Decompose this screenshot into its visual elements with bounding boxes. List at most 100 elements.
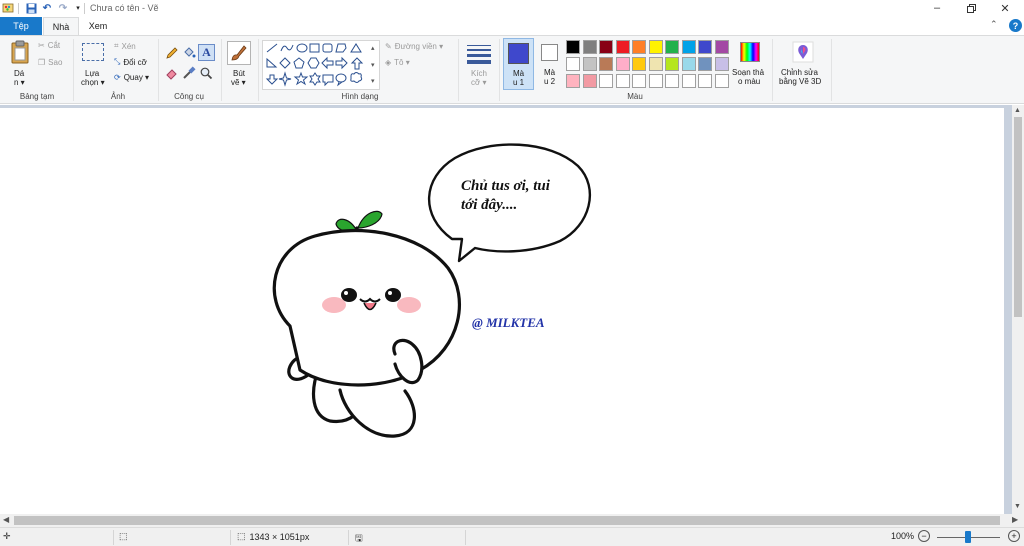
- customize-quick-access-icon[interactable]: ▾: [72, 2, 84, 14]
- palette-swatch[interactable]: [599, 57, 613, 71]
- palette-swatch[interactable]: [582, 74, 597, 88]
- color2-button[interactable]: Mà u 2: [537, 38, 564, 90]
- palette-swatch[interactable]: [566, 74, 580, 88]
- group-separator: [158, 39, 159, 101]
- scroll-down-icon[interactable]: ▼: [1014, 503, 1021, 510]
- size-label-2: cỡ ▾: [471, 78, 487, 87]
- ribbon-tabs: Tệp Nhà Xem ⌃ ?: [0, 17, 1024, 35]
- magnifier-icon[interactable]: [198, 65, 214, 81]
- brushes-label-2: vẽ ▾: [231, 78, 246, 87]
- color2-swatch: [541, 44, 558, 61]
- color1-swatch: [508, 43, 529, 64]
- palette-swatch[interactable]: [681, 74, 696, 88]
- group-separator: [73, 39, 74, 101]
- rotate-button[interactable]: ⟳ Quay ▾: [114, 73, 149, 82]
- canvas-dimensions: 1343 × 1051px: [249, 531, 310, 542]
- scroll-right-icon[interactable]: ▶: [1012, 515, 1018, 524]
- milktea-watermark: @ MILKTEA: [472, 315, 545, 330]
- scroll-up-icon[interactable]: ▲: [1014, 107, 1021, 114]
- outline-dropdown[interactable]: ✎ Đường viền ▾: [385, 42, 443, 51]
- palette-swatch[interactable]: [566, 57, 580, 71]
- maximize-button[interactable]: [954, 0, 988, 16]
- palette-swatch[interactable]: [632, 57, 646, 71]
- rotate-icon: ⟳: [114, 73, 121, 82]
- resize-icon: ⤡: [114, 57, 121, 66]
- palette-swatch[interactable]: [665, 74, 679, 88]
- palette-swatch[interactable]: [698, 40, 712, 54]
- edit-with-paint3d-button[interactable]: Chỉnh sửa bằng Vẽ 3D: [776, 38, 828, 90]
- paint3d-label-1: Chỉnh sửa: [781, 68, 818, 77]
- drawing-canvas[interactable]: Chủ tus ơi, tui tới đây.... @ MILKTEA: [0, 108, 1004, 514]
- save-icon[interactable]: [25, 2, 37, 14]
- color1-label-2: u 1: [513, 78, 525, 87]
- crop-button[interactable]: ⌗ Xén: [114, 41, 136, 51]
- horizontal-scroll-thumb[interactable]: [14, 516, 1000, 525]
- tab-home[interactable]: Nhà: [43, 17, 79, 35]
- eraser-icon[interactable]: [164, 65, 180, 81]
- fill-dropdown[interactable]: ◈ Tô ▾: [385, 58, 410, 67]
- brushes-label-1: Bút: [233, 69, 246, 78]
- pencil-icon[interactable]: [164, 45, 180, 61]
- size-label-1: Kích: [471, 69, 488, 78]
- palette-swatch[interactable]: [582, 40, 597, 54]
- fill-bucket-icon[interactable]: [181, 45, 197, 61]
- shapes-gallery-icons: ▴ ▾ ▾: [265, 43, 375, 87]
- fill-icon: ◈: [385, 58, 392, 67]
- palette-swatch[interactable]: [698, 57, 712, 71]
- palette-swatch[interactable]: [665, 40, 679, 54]
- zoom-out-button[interactable]: −: [918, 530, 930, 542]
- edit-colors-button[interactable]: Soạn thả o màu: [730, 38, 770, 90]
- palette-swatch[interactable]: [648, 40, 663, 54]
- horizontal-scrollbar[interactable]: ◀ ▶: [0, 514, 1024, 527]
- palette-swatch[interactable]: [582, 57, 597, 71]
- palette-swatch[interactable]: [698, 74, 712, 88]
- tab-view[interactable]: Xem: [80, 17, 116, 35]
- palette-swatch[interactable]: [615, 57, 630, 71]
- color-picker-icon[interactable]: [181, 65, 197, 81]
- group-separator: [831, 39, 832, 101]
- separator: [18, 3, 19, 14]
- palette-swatch[interactable]: [615, 40, 630, 54]
- select-button[interactable]: Lựa chọn ▾: [79, 38, 109, 90]
- copy-button[interactable]: ❐ Sao: [38, 58, 62, 67]
- cut-button[interactable]: ✂ Cắt: [38, 41, 60, 50]
- undo-icon[interactable]: ↶: [41, 2, 53, 14]
- palette-swatch[interactable]: [648, 57, 663, 71]
- brushes-button[interactable]: Bút vẽ ▾: [225, 38, 255, 90]
- scissors-icon: ✂: [38, 41, 45, 50]
- zoom-in-button[interactable]: +: [1008, 530, 1020, 542]
- color1-button[interactable]: Mà u 1: [503, 38, 534, 90]
- palette-swatch[interactable]: [615, 74, 630, 88]
- group-separator: [772, 39, 773, 101]
- selection-icon: [82, 43, 104, 61]
- palette-swatch[interactable]: [681, 40, 696, 54]
- vertical-scrollbar[interactable]: ▲ ▼: [1012, 105, 1024, 514]
- edit-colors-label-1: Soạn thả: [732, 68, 765, 77]
- select-label-2: chọn ▾: [81, 78, 105, 87]
- palette-swatch[interactable]: [566, 40, 580, 54]
- paste-button[interactable]: Dá n ▾: [6, 38, 34, 90]
- palette-swatch[interactable]: [714, 74, 729, 88]
- minimize-button[interactable]: –: [920, 0, 954, 16]
- shapes-gallery[interactable]: ▴ ▾ ▾: [262, 40, 380, 90]
- palette-swatch[interactable]: [681, 57, 696, 71]
- tab-file[interactable]: Tệp: [0, 17, 42, 35]
- scroll-left-icon[interactable]: ◀: [3, 515, 9, 524]
- palette-swatch[interactable]: [632, 40, 646, 54]
- palette-swatch[interactable]: [648, 74, 663, 88]
- text-tool-icon[interactable]: A: [198, 44, 215, 61]
- palette-swatch[interactable]: [599, 74, 613, 88]
- size-button[interactable]: Kích cỡ ▾: [463, 38, 495, 90]
- palette-swatch[interactable]: [599, 40, 613, 54]
- help-icon[interactable]: ?: [1009, 19, 1022, 32]
- palette-swatch[interactable]: [632, 74, 646, 88]
- palette-swatch[interactable]: [714, 57, 729, 71]
- resize-button[interactable]: ⤡ Đổi cỡ: [114, 57, 147, 67]
- palette-swatch[interactable]: [665, 57, 679, 71]
- zoom-slider-thumb[interactable]: [965, 531, 971, 543]
- redo-icon[interactable]: ↷: [57, 2, 69, 14]
- vertical-scroll-thumb[interactable]: [1014, 117, 1022, 317]
- close-button[interactable]: ✕: [988, 0, 1022, 16]
- palette-swatch[interactable]: [714, 40, 729, 54]
- collapse-ribbon-icon[interactable]: ⌃: [990, 19, 998, 30]
